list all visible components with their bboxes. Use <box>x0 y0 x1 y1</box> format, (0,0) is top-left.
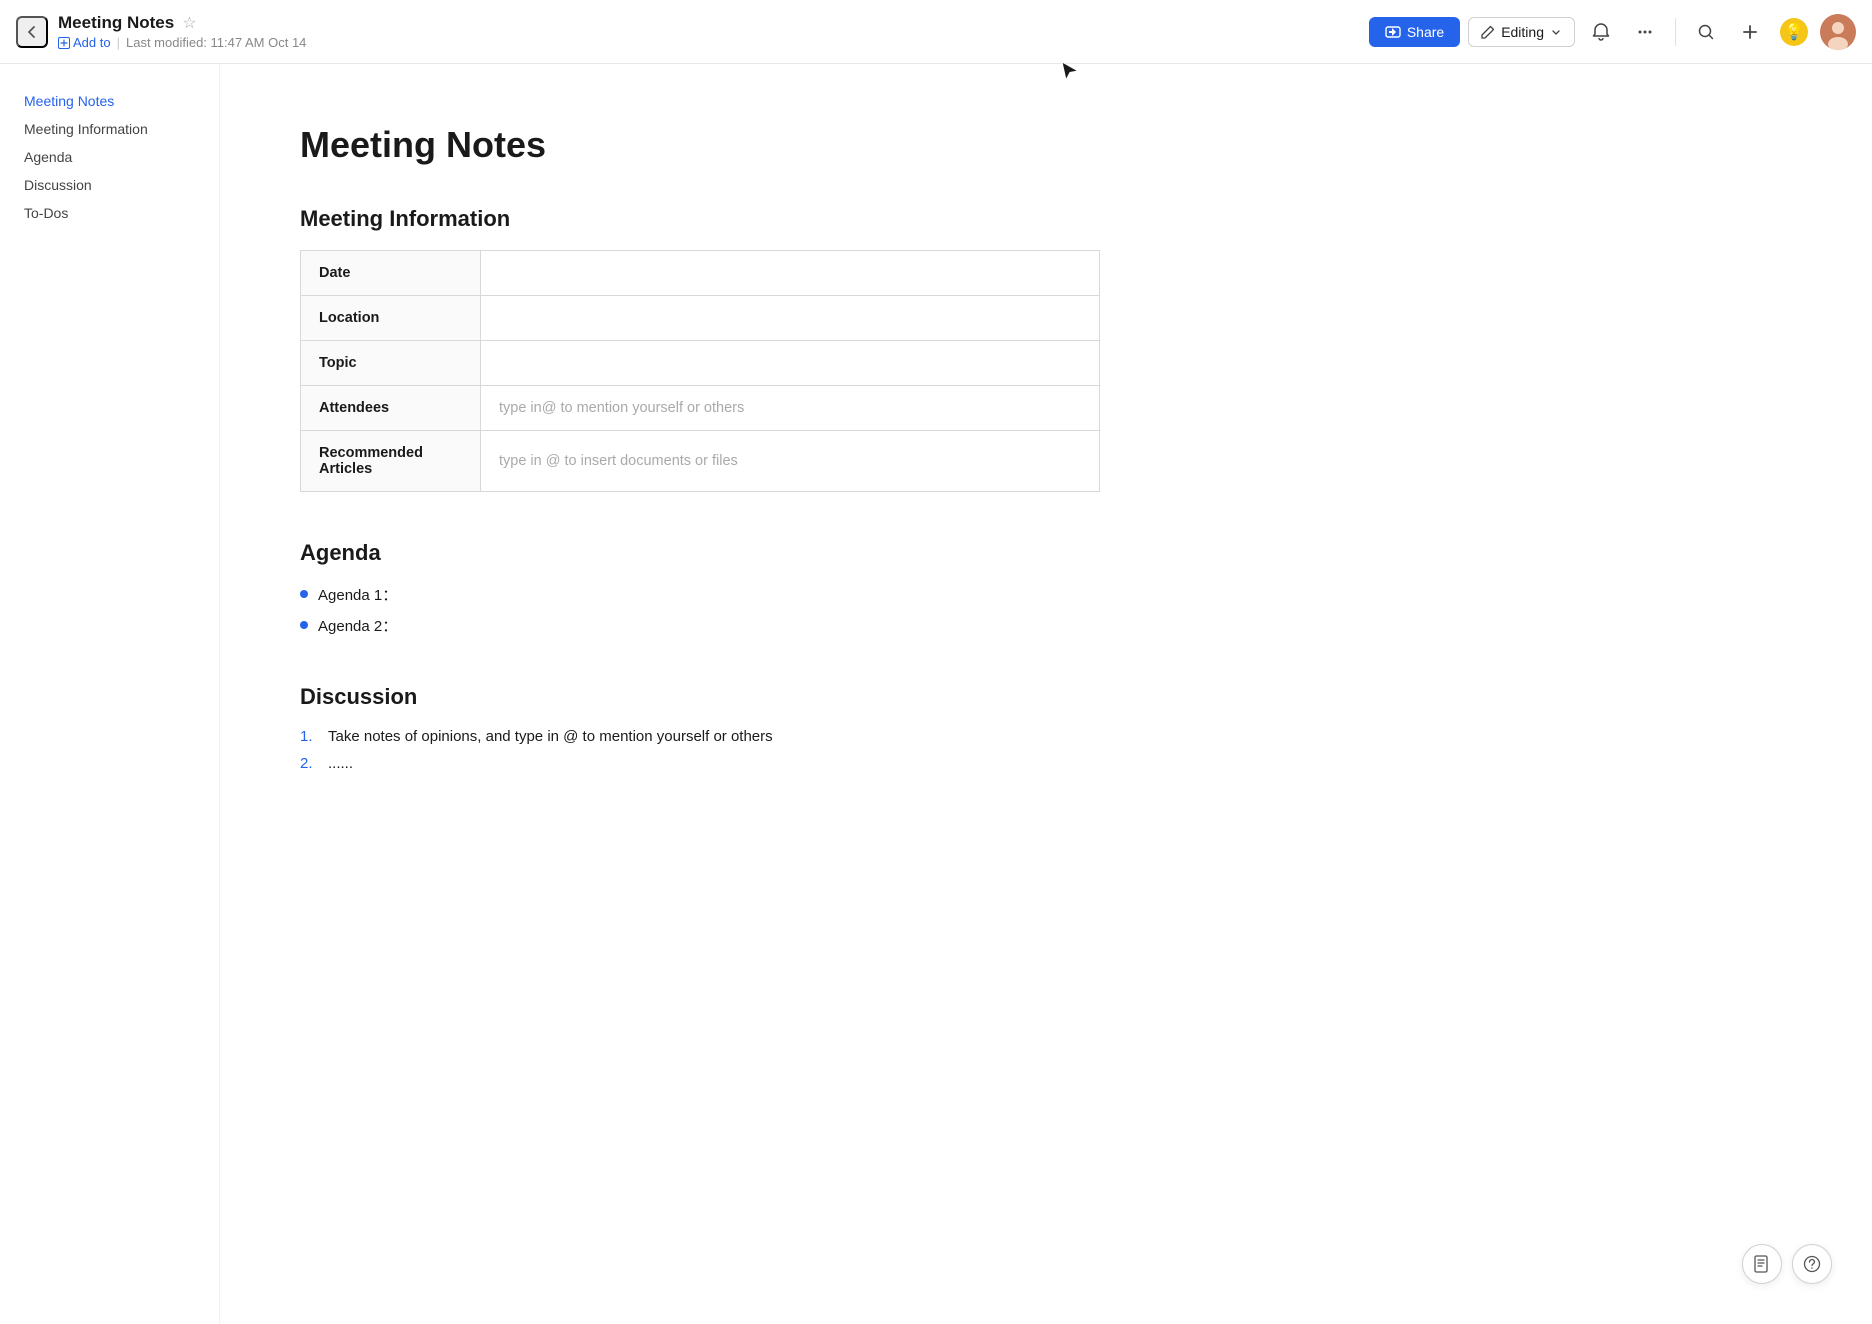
table-value-date[interactable] <box>481 251 1100 296</box>
table-value-attendees[interactable]: type in@ to mention yourself or others <box>481 386 1100 431</box>
discussion-item-2-text: ...... <box>328 755 353 772</box>
more-button[interactable] <box>1627 14 1663 50</box>
sidebar: Meeting Notes Meeting Information Agenda… <box>0 64 220 1324</box>
back-button[interactable] <box>16 16 48 48</box>
table-value-location[interactable] <box>481 296 1100 341</box>
table-row-attendees: Attendees type in@ to mention yourself o… <box>301 386 1100 431</box>
table-value-topic[interactable] <box>481 341 1100 386</box>
topbar: Meeting Notes ☆ Add to | Last modified: … <box>0 0 1872 64</box>
meeting-information-table: Date Location Topic Attendees ty <box>300 250 1100 492</box>
floating-actions <box>1742 1244 1832 1284</box>
sidebar-item-meeting-information[interactable]: Meeting Information <box>16 116 203 142</box>
doc-meta: Add to | Last modified: 11:47 AM Oct 14 <box>58 35 306 50</box>
bell-button[interactable] <box>1583 14 1619 50</box>
share-button[interactable]: Share <box>1369 17 1460 47</box>
topbar-left: Meeting Notes ☆ Add to | Last modified: … <box>16 13 306 50</box>
discussion-item-1[interactable]: 1. Take notes of opinions, and type in @… <box>300 728 1100 745</box>
document-title[interactable]: Meeting Notes <box>300 124 1100 166</box>
sidebar-item-to-dos[interactable]: To-Dos <box>16 200 203 226</box>
agenda-item-1[interactable]: Agenda 1： <box>300 584 1100 605</box>
float-doc-button[interactable] <box>1742 1244 1782 1284</box>
table-label-date: Date <box>301 251 481 296</box>
discussion-item-2[interactable]: 2. ...... <box>300 755 1100 772</box>
sidebar-item-meeting-notes[interactable]: Meeting Notes <box>16 88 203 114</box>
last-modified: Last modified: 11:47 AM Oct 14 <box>126 35 306 50</box>
meeting-information-section: Meeting Information Date Location Topic <box>300 206 1100 492</box>
sidebar-item-discussion[interactable]: Discussion <box>16 172 203 198</box>
list-num-2: 2. <box>300 755 318 772</box>
table-row-articles: Recommended Articles type in @ to insert… <box>301 431 1100 492</box>
add-to-link[interactable]: Add to <box>58 35 111 50</box>
table-label-topic: Topic <box>301 341 481 386</box>
discussion-item-1-text: Take notes of opinions, and type in @ to… <box>328 728 773 745</box>
float-help-button[interactable] <box>1792 1244 1832 1284</box>
table-value-articles[interactable]: type in @ to insert documents or files <box>481 431 1100 492</box>
add-button[interactable] <box>1732 14 1768 50</box>
discussion-list: 1. Take notes of opinions, and type in @… <box>300 728 1100 772</box>
sidebar-item-agenda[interactable]: Agenda <box>16 144 203 170</box>
content-area: Meeting Notes Meeting Information Date L… <box>220 64 1180 1324</box>
share-label: Share <box>1407 24 1444 40</box>
discussion-section: Discussion 1. Take notes of opinions, an… <box>300 684 1100 772</box>
agenda-item-2[interactable]: Agenda 2： <box>300 615 1100 636</box>
avatar[interactable] <box>1820 14 1856 50</box>
main-layout: Meeting Notes Meeting Information Agenda… <box>0 64 1872 1324</box>
toolbar-separator <box>1675 18 1676 46</box>
bullet-dot-1 <box>300 590 308 598</box>
doc-title-row: Meeting Notes ☆ <box>58 13 306 33</box>
search-button[interactable] <box>1688 14 1724 50</box>
topbar-right: Share Editing <box>1369 14 1856 50</box>
doc-title-area: Meeting Notes ☆ Add to | Last modified: … <box>58 13 306 50</box>
star-icon[interactable]: ☆ <box>182 13 196 33</box>
agenda-item-1-text: Agenda 1： <box>318 584 397 605</box>
table-row-topic: Topic <box>301 341 1100 386</box>
add-to-label: Add to <box>73 35 111 50</box>
discussion-heading: Discussion <box>300 684 1100 710</box>
attendees-placeholder: type in@ to mention yourself or others <box>499 400 744 416</box>
agenda-list: Agenda 1： Agenda 2： <box>300 584 1100 636</box>
meta-separator: | <box>117 35 120 50</box>
table-row-date: Date <box>301 251 1100 296</box>
table-label-articles: Recommended Articles <box>301 431 481 492</box>
bullet-dot-2 <box>300 621 308 629</box>
editing-button[interactable]: Editing <box>1468 17 1575 47</box>
agenda-section: Agenda Agenda 1： Agenda 2： <box>300 540 1100 636</box>
agenda-heading: Agenda <box>300 540 1100 566</box>
doc-title: Meeting Notes <box>58 13 174 33</box>
editing-label: Editing <box>1501 24 1544 40</box>
agenda-item-2-text: Agenda 2： <box>318 615 397 636</box>
table-row-location: Location <box>301 296 1100 341</box>
table-label-location: Location <box>301 296 481 341</box>
meeting-information-heading: Meeting Information <box>300 206 1100 232</box>
table-label-attendees: Attendees <box>301 386 481 431</box>
articles-placeholder: type in @ to insert documents or files <box>499 453 738 469</box>
list-num-1: 1. <box>300 728 318 745</box>
bulb-button[interactable]: 💡 <box>1776 14 1812 50</box>
